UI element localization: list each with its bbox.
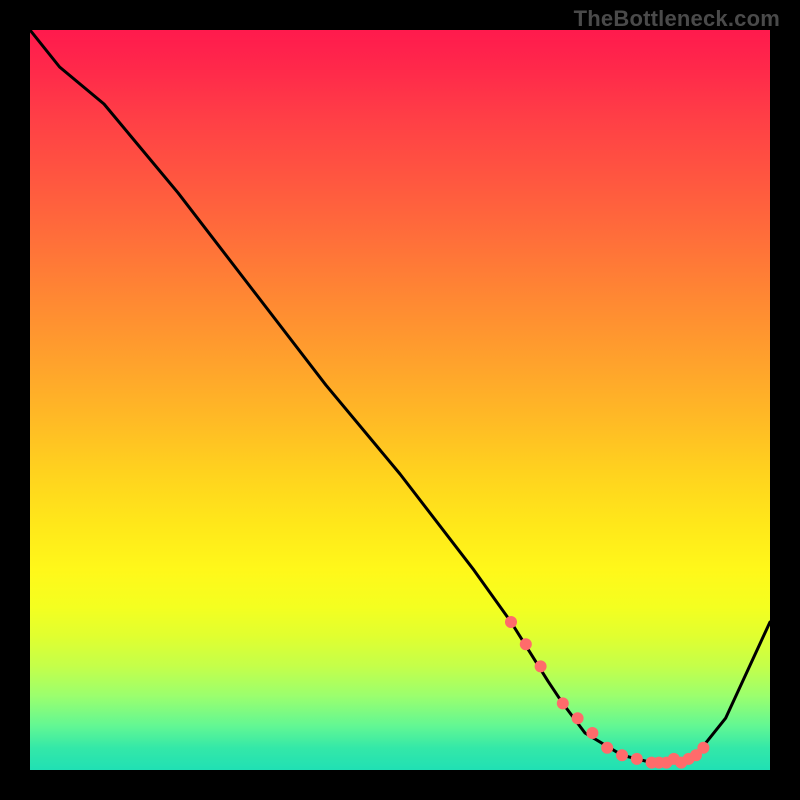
plot-area bbox=[30, 30, 770, 770]
marker-dot bbox=[505, 616, 517, 628]
marker-dot bbox=[572, 712, 584, 724]
marker-dot bbox=[697, 742, 709, 754]
chart-frame: TheBottleneck.com bbox=[0, 0, 800, 800]
marker-dot bbox=[535, 660, 547, 672]
marker-dot bbox=[557, 697, 569, 709]
marker-dot bbox=[520, 638, 532, 650]
marker-dot bbox=[616, 749, 628, 761]
marker-dot bbox=[586, 727, 598, 739]
chart-svg bbox=[30, 30, 770, 770]
marker-dot bbox=[601, 742, 613, 754]
marker-dot bbox=[631, 753, 643, 765]
watermark-label: TheBottleneck.com bbox=[574, 6, 780, 32]
curve-path bbox=[30, 30, 770, 763]
